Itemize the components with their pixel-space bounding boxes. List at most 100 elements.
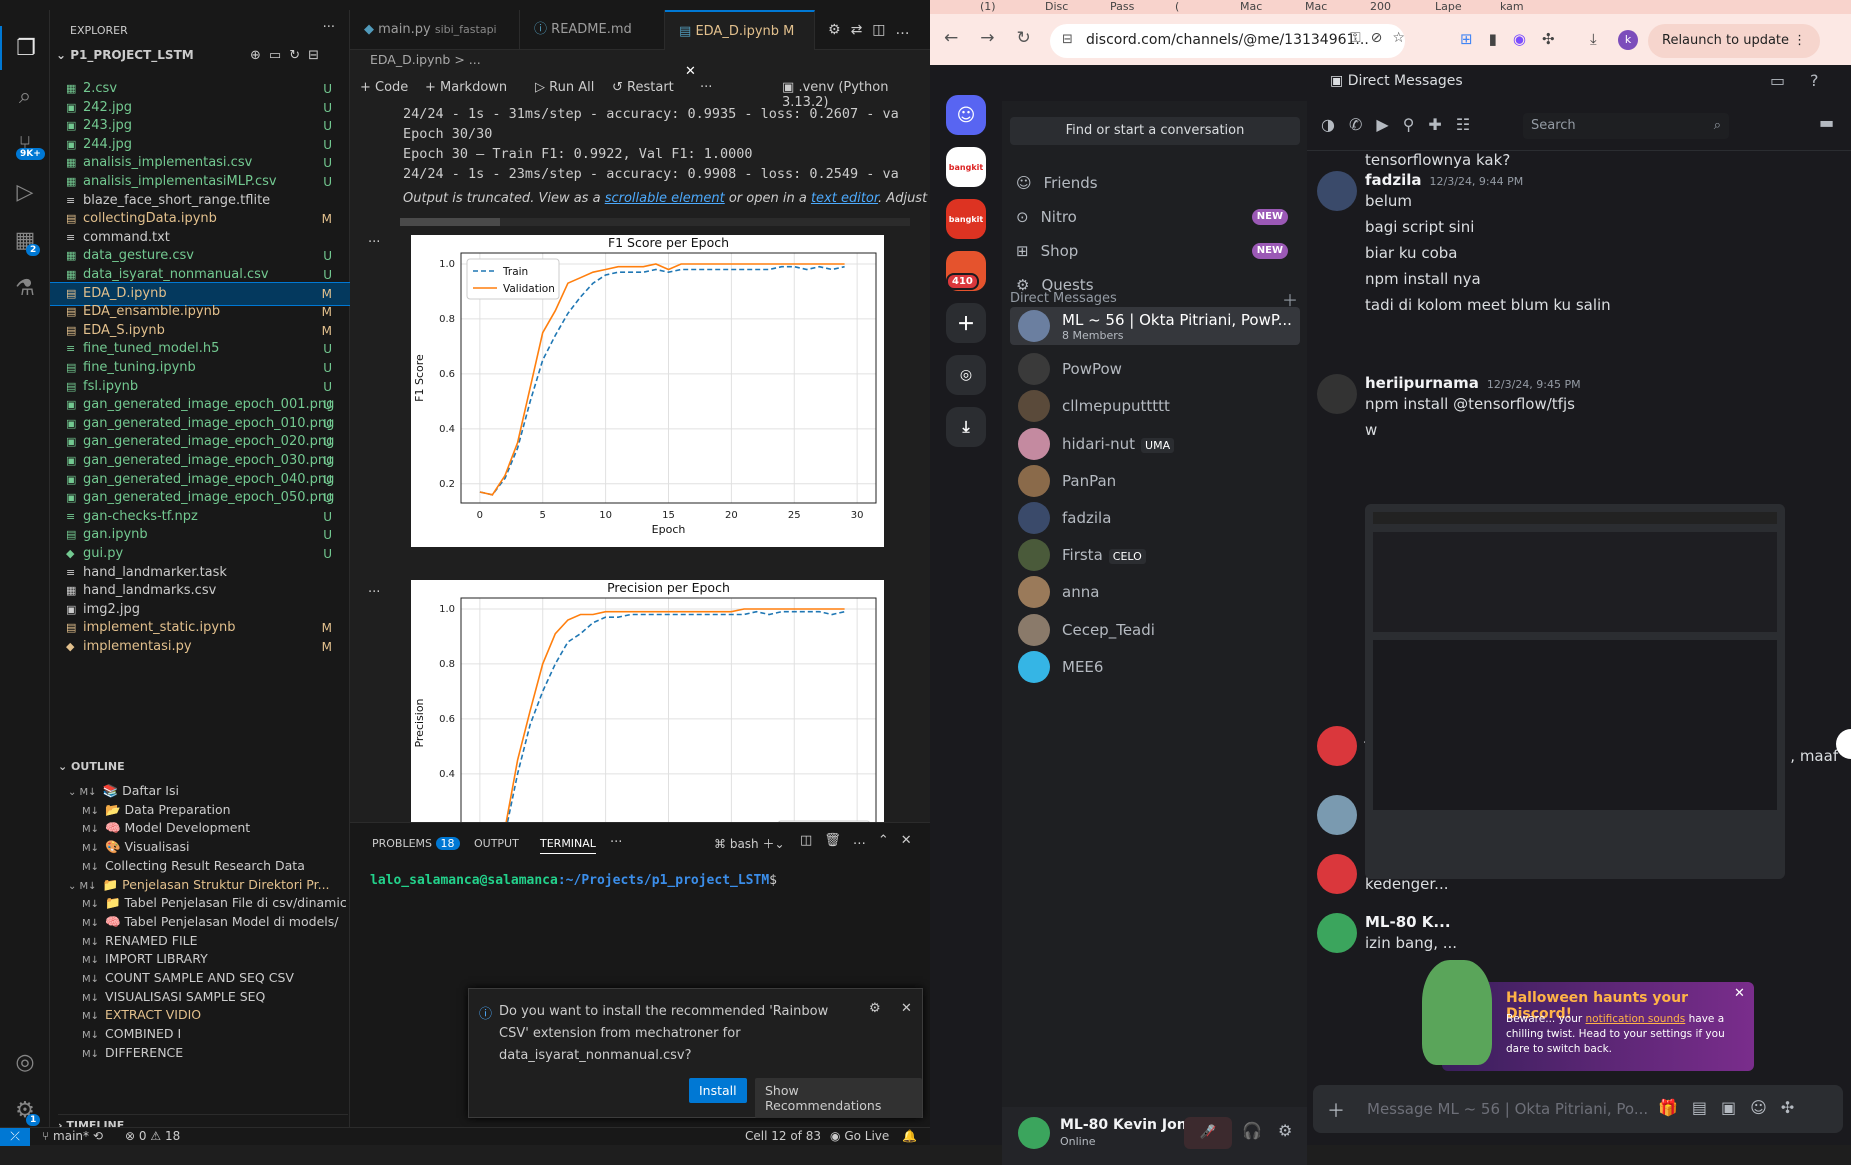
gif-icon[interactable]: ▤ [1692, 1098, 1721, 1117]
avatar[interactable] [1317, 795, 1357, 835]
explorer-icon[interactable]: ❐ [0, 26, 50, 70]
account-icon[interactable]: ◎ [0, 1040, 50, 1084]
trash-icon[interactable]: 🗑 [824, 833, 853, 848]
avatar[interactable] [1317, 913, 1357, 953]
collapse-icon[interactable]: ⊟ [308, 48, 327, 63]
testing-icon[interactable]: ⚗ [0, 266, 50, 310]
scrollbar-thumb[interactable] [400, 218, 500, 226]
tab-eda-d[interactable]: ▤ EDA_D.ipynb M ✕ [665, 10, 815, 50]
dm-item[interactable]: hidari-nutUMA [1010, 427, 1300, 461]
outline-item[interactable]: M↓DIFFERENCE [50, 1042, 350, 1064]
video-icon[interactable]: ▶ [1376, 115, 1402, 134]
server-bangkit-2024[interactable]: bangkit [946, 199, 986, 239]
cell-indicator[interactable]: Cell 12 of 83 [745, 1128, 821, 1145]
close-icon[interactable]: ✕ [901, 1001, 912, 1016]
composer-actions[interactable]: 🎁▤▣☺✣ [1658, 1098, 1808, 1117]
inbox-icon[interactable]: ▭ [1770, 71, 1785, 90]
gift-icon[interactable]: 🎁 [1658, 1098, 1692, 1117]
search-icon[interactable]: ⌕ [0, 74, 50, 118]
install-button[interactable]: Install [689, 1078, 747, 1103]
forward-icon[interactable]: → [980, 28, 1016, 48]
pin-icon[interactable]: ⚲ [1403, 115, 1429, 134]
user-avatar[interactable] [1018, 1117, 1050, 1149]
message-author[interactable]: fadzila [1365, 171, 1422, 189]
terminal-shell-selector[interactable]: ⌘ bash ＋⌄ [714, 835, 785, 852]
show-recommendations-button[interactable]: Show Recommendations [755, 1078, 922, 1118]
chevron-up-icon[interactable]: ⌃ [878, 833, 901, 848]
dm-item[interactable]: ML ~ 56 | Okta Pitriani, PowP...8 Member… [1010, 307, 1300, 345]
server-bangkit[interactable]: bangkit [946, 147, 986, 187]
extension-icon[interactable]: ◉ [1513, 30, 1542, 48]
add-server-icon[interactable]: ＋ [946, 303, 986, 343]
more-vert-icon[interactable]: ⋮ [1793, 33, 1806, 48]
site-info-icon[interactable]: ⊟ [1062, 32, 1073, 47]
nav-nitro[interactable]: ⊙NitroNEW [1010, 201, 1300, 233]
reload-icon[interactable]: ↻ [1017, 28, 1053, 48]
nav-buttons[interactable]: ←→↻ [944, 28, 1053, 48]
dm-item[interactable]: FirstaCELO [1010, 538, 1300, 572]
avatar[interactable] [1317, 854, 1357, 894]
settings-icon[interactable]: ⚙ [828, 22, 851, 38]
eye-off-icon[interactable]: ⊘ [1371, 30, 1393, 46]
browser-tab[interactable]: Disc [1045, 0, 1105, 13]
more-icon[interactable]: ··· [610, 835, 622, 850]
browser-tab[interactable]: Lape [1435, 0, 1495, 13]
call-actions[interactable]: ◑✆▶⚲✚☷ [1321, 115, 1484, 134]
browser-tab[interactable]: Pass [1110, 0, 1170, 13]
horizontal-scrollbar[interactable] [410, 218, 910, 226]
close-icon[interactable]: ✕ [901, 833, 924, 848]
relaunch-button[interactable]: Relaunch to update ⋮ [1648, 24, 1820, 58]
nav-friends[interactable]: ☺Friends [1010, 167, 1300, 199]
cell-more-icon[interactable]: ··· [368, 585, 380, 600]
key-icon[interactable]: ⚿ [1350, 30, 1371, 46]
browser-tab[interactable]: ( [1175, 0, 1235, 13]
more-actions-icon[interactable]: ··· [323, 20, 335, 35]
add-markdown-button[interactable]: + Markdown [425, 80, 507, 95]
tab-readme[interactable]: ⓘ README.md [520, 10, 665, 50]
restart-button[interactable]: ↺ Restart [612, 80, 674, 95]
run-debug-icon[interactable]: ▷ [0, 170, 50, 214]
bell-icon[interactable]: 🔔 [902, 1128, 917, 1145]
source-control-icon[interactable]: ⑂9K+ [0, 122, 50, 166]
compare-icon[interactable]: ⇄ [851, 22, 873, 38]
back-icon[interactable]: ← [944, 28, 980, 48]
split-icon[interactable]: ◫ [800, 833, 824, 848]
translate-icon[interactable]: ⊞ [1460, 30, 1489, 48]
dm-item[interactable]: cllmepuputtttt [1010, 389, 1300, 423]
message-input[interactable]: Message ML ~ 56 | Okta Pitriani, Po... [1367, 1100, 1648, 1118]
notification-sounds-link[interactable]: notification sounds [1586, 1013, 1686, 1025]
browser-tab[interactable]: 200 [1370, 0, 1430, 13]
dm-item[interactable]: anna [1010, 575, 1300, 609]
more-icon[interactable]: … [896, 22, 920, 38]
dm-item[interactable]: Cecep_Teadi [1010, 613, 1300, 647]
settings-gear-icon[interactable]: ⚙1 [0, 1088, 50, 1132]
chevron-down-icon[interactable]: ⌄ [775, 837, 785, 851]
remote-icon[interactable]: ⤫ [0, 1128, 30, 1146]
avatar[interactable] [1317, 171, 1357, 211]
message-author[interactable]: heriipurnama [1365, 374, 1479, 392]
split-editor-icon[interactable]: ◫ [872, 22, 895, 38]
download-icon[interactable]: ⤓ [1590, 30, 1597, 48]
outline-header[interactable]: ⌄ OUTLINE [58, 760, 125, 773]
emoji-icon[interactable]: ☺ [1750, 1098, 1781, 1117]
refresh-icon[interactable]: ↻ [289, 48, 308, 63]
tab-main-py[interactable]: ◆ main.py sibi_fastapi [350, 10, 520, 50]
add-code-button[interactable]: + Code [360, 80, 408, 95]
discover-icon[interactable]: ◎ [946, 355, 986, 395]
tab-output[interactable]: OUTPUT [474, 837, 519, 850]
new-folder-icon[interactable]: ▭ [269, 48, 289, 63]
mute-mic-icon[interactable]: 🎤̸ [1184, 1117, 1232, 1149]
cell-more-icon[interactable]: ··· [368, 235, 380, 250]
floating-brain-icon[interactable] [1836, 729, 1851, 759]
dm-item[interactable]: MEE6 [1010, 650, 1300, 684]
tab-terminal[interactable]: TERMINAL [540, 837, 596, 854]
star-icon[interactable]: ☆ [1392, 30, 1415, 46]
apps-icon[interactable]: ✣ [1781, 1098, 1808, 1117]
nav-shop[interactable]: ⊞ShopNEW [1010, 235, 1300, 267]
more-icon[interactable]: … [853, 833, 878, 848]
message-attachment-image[interactable] [1365, 504, 1785, 879]
tab-problems[interactable]: PROBLEMS 18 [372, 837, 460, 850]
gear-icon[interactable]: ⚙ [869, 1001, 881, 1016]
address-actions[interactable]: ⚿⊘☆ [1350, 30, 1415, 46]
dm-item[interactable]: PowPow [1010, 352, 1300, 386]
